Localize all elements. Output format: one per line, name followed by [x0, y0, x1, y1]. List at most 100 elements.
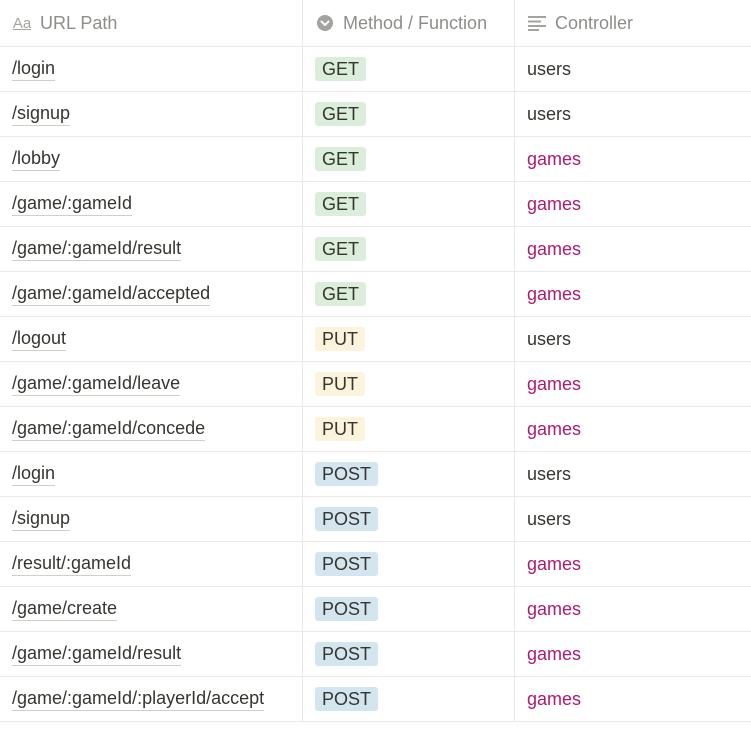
controller-cell[interactable]: games — [515, 272, 751, 316]
method-cell[interactable]: GET — [303, 47, 515, 91]
controller-text: games — [527, 598, 582, 619]
method-cell[interactable]: POST — [303, 677, 515, 721]
method-tag: GET — [315, 282, 367, 306]
url-path-text: /game/:gameId/result — [12, 643, 182, 666]
routes-table: Aa URL Path Method / Function Controller… — [0, 0, 751, 722]
table-row[interactable]: /game/:gameId GET games — [0, 182, 751, 227]
table-row[interactable]: /lobby GET games — [0, 137, 751, 182]
table-row[interactable]: /game/:gameId/result POST games — [0, 632, 751, 677]
method-cell[interactable]: POST — [303, 452, 515, 496]
method-cell[interactable]: PUT — [303, 362, 515, 406]
method-cell[interactable]: GET — [303, 227, 515, 271]
table-row[interactable]: /signup GET users — [0, 92, 751, 137]
method-cell[interactable]: GET — [303, 182, 515, 226]
controller-cell[interactable]: games — [515, 542, 751, 586]
url-path-cell[interactable]: /game/:gameId — [0, 182, 303, 226]
controller-cell[interactable]: games — [515, 407, 751, 451]
method-cell[interactable]: GET — [303, 92, 515, 136]
url-path-text: /game/:gameId — [12, 193, 133, 216]
controller-text: games — [527, 283, 582, 304]
method-tag: POST — [315, 462, 379, 486]
header-controller[interactable]: Controller — [515, 0, 751, 46]
controller-text: games — [527, 193, 582, 214]
url-path-cell[interactable]: /game/:gameId/result — [0, 632, 303, 676]
table-row[interactable]: /result/:gameId POST games — [0, 542, 751, 587]
controller-text: users — [527, 328, 572, 349]
method-tag: GET — [315, 147, 367, 171]
table-row[interactable]: /game/:gameId/accepted GET games — [0, 272, 751, 317]
url-path-cell[interactable]: /result/:gameId — [0, 542, 303, 586]
url-path-cell[interactable]: /game/:gameId/result — [0, 227, 303, 271]
text-property-icon: Aa — [12, 14, 32, 32]
table-header: Aa URL Path Method / Function Controller — [0, 0, 751, 47]
controller-text: games — [527, 418, 582, 439]
url-path-text: /game/:gameId/leave — [12, 373, 181, 396]
method-tag: POST — [315, 507, 379, 531]
controller-cell[interactable]: games — [515, 182, 751, 226]
url-path-text: /result/:gameId — [12, 553, 132, 576]
url-path-cell[interactable]: /game/:gameId/concede — [0, 407, 303, 451]
method-tag: GET — [315, 102, 367, 126]
method-tag: GET — [315, 57, 367, 81]
url-path-text: /signup — [12, 103, 71, 126]
url-path-cell[interactable]: /game/create — [0, 587, 303, 631]
method-cell[interactable]: POST — [303, 587, 515, 631]
url-path-text: /login — [12, 463, 56, 486]
controller-text: users — [527, 103, 572, 124]
method-tag: GET — [315, 237, 367, 261]
method-cell[interactable]: POST — [303, 632, 515, 676]
controller-cell[interactable]: games — [515, 677, 751, 721]
controller-cell[interactable]: users — [515, 452, 751, 496]
method-cell[interactable]: GET — [303, 272, 515, 316]
table-row[interactable]: /signup POST users — [0, 497, 751, 542]
controller-text: games — [527, 148, 582, 169]
controller-cell[interactable]: games — [515, 587, 751, 631]
url-path-text: /game/create — [12, 598, 118, 621]
controller-cell[interactable]: games — [515, 362, 751, 406]
controller-text: users — [527, 463, 572, 484]
url-path-cell[interactable]: /lobby — [0, 137, 303, 181]
table-row[interactable]: /login GET users — [0, 47, 751, 92]
method-cell[interactable]: GET — [303, 137, 515, 181]
controller-text: games — [527, 373, 582, 394]
method-tag: POST — [315, 687, 379, 711]
table-row[interactable]: /game/:gameId/:playerId/accept POST games — [0, 677, 751, 722]
method-tag: PUT — [315, 327, 365, 351]
controller-cell[interactable]: games — [515, 137, 751, 181]
table-row[interactable]: /game/:gameId/result GET games — [0, 227, 751, 272]
url-path-cell[interactable]: /signup — [0, 497, 303, 541]
url-path-text: /logout — [12, 328, 67, 351]
table-row[interactable]: /game/:gameId/leave PUT games — [0, 362, 751, 407]
table-row[interactable]: /login POST users — [0, 452, 751, 497]
controller-cell[interactable]: users — [515, 317, 751, 361]
url-path-cell[interactable]: /logout — [0, 317, 303, 361]
method-cell[interactable]: POST — [303, 497, 515, 541]
controller-cell[interactable]: users — [515, 47, 751, 91]
controller-text: users — [527, 58, 572, 79]
url-path-cell[interactable]: /game/:gameId/:playerId/accept — [0, 677, 303, 721]
table-row[interactable]: /game/:gameId/concede PUT games — [0, 407, 751, 452]
table-row[interactable]: /game/create POST games — [0, 587, 751, 632]
url-path-cell[interactable]: /signup — [0, 92, 303, 136]
header-label: Controller — [555, 12, 634, 33]
method-cell[interactable]: PUT — [303, 317, 515, 361]
url-path-text: /game/:gameId/result — [12, 238, 182, 261]
controller-cell[interactable]: games — [515, 227, 751, 271]
controller-cell[interactable]: users — [515, 92, 751, 136]
header-method[interactable]: Method / Function — [303, 0, 515, 46]
url-path-cell[interactable]: /login — [0, 452, 303, 496]
header-label: URL Path — [40, 12, 118, 33]
method-cell[interactable]: POST — [303, 542, 515, 586]
method-tag: PUT — [315, 417, 365, 441]
controller-cell[interactable]: games — [515, 632, 751, 676]
table-row[interactable]: /logout PUT users — [0, 317, 751, 362]
url-path-cell[interactable]: /game/:gameId/leave — [0, 362, 303, 406]
header-url-path[interactable]: Aa URL Path — [0, 0, 303, 46]
controller-text: games — [527, 238, 582, 259]
url-path-cell[interactable]: /game/:gameId/accepted — [0, 272, 303, 316]
url-path-text: /game/:gameId/:playerId/accept — [12, 688, 265, 711]
url-path-cell[interactable]: /login — [0, 47, 303, 91]
method-cell[interactable]: PUT — [303, 407, 515, 451]
controller-cell[interactable]: users — [515, 497, 751, 541]
table-body: /login GET users/signup GET users/lobby GET ga… — [0, 47, 751, 722]
